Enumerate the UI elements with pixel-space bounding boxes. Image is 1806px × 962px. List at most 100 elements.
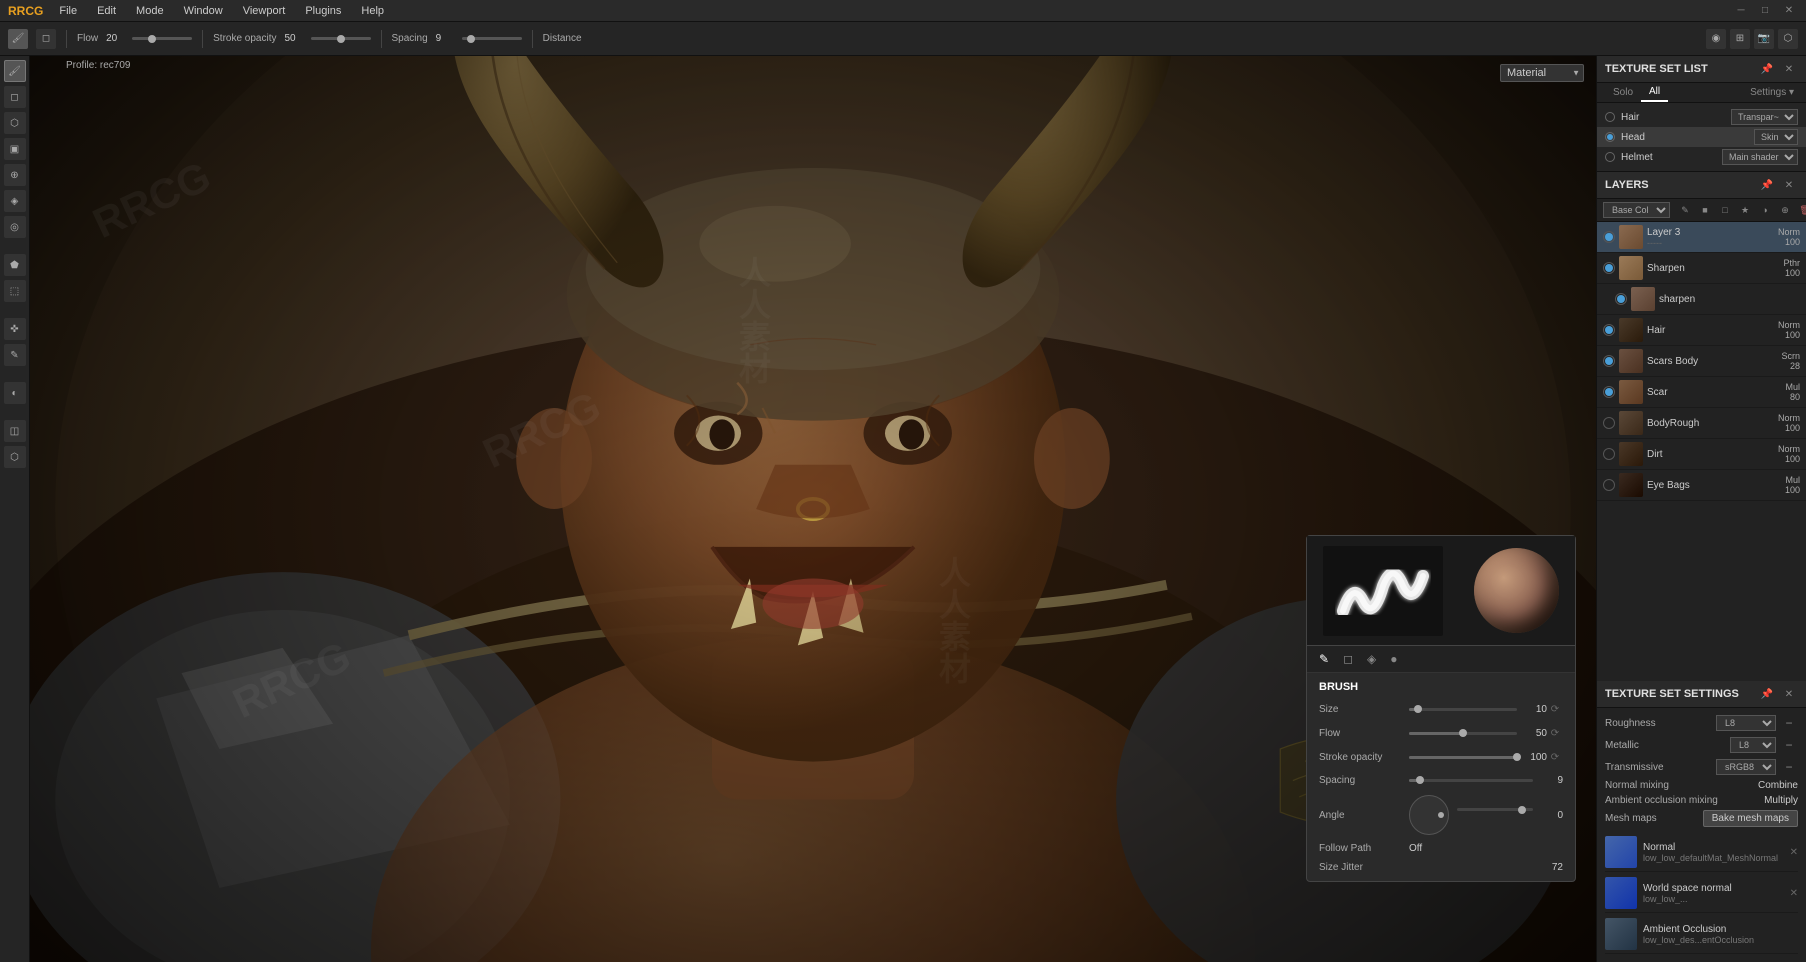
menu-mode[interactable]: Mode <box>132 3 168 19</box>
projection-tool[interactable]: ⬡ <box>4 112 26 134</box>
texture-view-icon[interactable]: ⊞ <box>1730 29 1750 49</box>
texture-set-settings-btn[interactable]: Settings ▾ <box>1746 84 1798 101</box>
brush-stroke-slider[interactable] <box>1409 750 1517 764</box>
brush-tool-icon[interactable]: 🖌 <box>8 29 28 49</box>
layer-opacity-scars-body[interactable]: 28 <box>1776 361 1800 371</box>
mesh-map-ao[interactable]: Ambient Occlusion low_low_des...entOcclu… <box>1605 915 1798 954</box>
spacing-value[interactable]: 9 <box>436 33 454 44</box>
canvas-area[interactable]: RRCG RRCG RRCG 人人素材 人人素材 Profile: rec709… <box>30 56 1596 962</box>
layer-vis-bodyrough[interactable] <box>1603 417 1615 429</box>
tss-roughness-minus[interactable]: − <box>1780 714 1798 732</box>
annotation-tool[interactable]: ✎ <box>4 344 26 366</box>
layer-vis-dirt[interactable] <box>1603 448 1615 460</box>
tab-solo[interactable]: Solo <box>1605 84 1641 101</box>
layer-picker-tool[interactable]: ◫ <box>4 420 26 442</box>
spacing-slider[interactable] <box>462 37 522 40</box>
camera-icon[interactable]: 📷 <box>1754 29 1774 49</box>
paint-brush-tool[interactable]: 🖌 <box>4 60 26 82</box>
layer-mask-btn[interactable]: ◑ <box>1756 201 1774 219</box>
layer-mode-eyebags[interactable]: Mul <box>1785 475 1800 485</box>
layer-vis-sharpen[interactable] <box>1603 262 1615 274</box>
size-jitter-value[interactable]: 72 <box>1552 862 1563 873</box>
clone-tool[interactable]: ⊕ <box>4 164 26 186</box>
brush-flow-value[interactable]: 50 <box>1517 728 1547 739</box>
brush-stroke-value[interactable]: 100 <box>1517 752 1547 763</box>
texture-item-helmet[interactable]: Helmet Main shader <box>1597 147 1806 167</box>
selection-tool[interactable]: ⬚ <box>4 280 26 302</box>
tss-ao-mixing-val[interactable]: Multiply <box>1764 795 1798 806</box>
eraser-tool-icon[interactable]: ◻ <box>36 29 56 49</box>
flow-slider[interactable] <box>132 37 192 40</box>
brush-spacing-slider[interactable] <box>1409 773 1533 787</box>
window-maximize-btn[interactable]: □ <box>1756 2 1774 20</box>
layer-item-bodyrough[interactable]: BodyRough Norm 100 <box>1597 408 1806 439</box>
base-col-select[interactable]: Base Col <box>1603 202 1670 218</box>
layers-close-btn[interactable]: ✕ <box>1780 176 1798 194</box>
texture-item-head[interactable]: Head Skin <box>1597 127 1806 147</box>
tss-transmissive-minus[interactable]: − <box>1780 758 1798 776</box>
color-picker-tool[interactable]: ◐ <box>4 382 26 404</box>
tss-pin-btn[interactable]: 📌 <box>1758 685 1776 703</box>
layer-item-scar[interactable]: Scar Mul 80 <box>1597 377 1806 408</box>
menu-edit[interactable]: Edit <box>93 3 120 19</box>
brush-size-reset[interactable]: ⟳ <box>1547 701 1563 717</box>
mesh-map-worldnormal[interactable]: World space normal low_low_... ✕ <box>1605 874 1798 913</box>
layer-mode-layer3[interactable]: Norm <box>1778 227 1800 237</box>
eraser-tool[interactable]: ◻ <box>4 86 26 108</box>
layer-item-sharpen[interactable]: Sharpen Pthr 100 <box>1597 253 1806 284</box>
viewport-mode-select[interactable]: Material BaseColor Roughness Metallic No… <box>1500 64 1584 82</box>
brush-angle-value[interactable]: 0 <box>1533 810 1563 821</box>
tss-metallic-select[interactable]: L8L16 <box>1730 737 1776 753</box>
layers-pin-btn[interactable]: 📌 <box>1758 176 1776 194</box>
brush-tab-erase[interactable]: ◻ <box>1339 650 1357 668</box>
window-close-btn[interactable]: ✕ <box>1780 2 1798 20</box>
brush-angle-slider[interactable] <box>1457 808 1533 822</box>
menu-window[interactable]: Window <box>180 3 227 19</box>
texture-item-hair[interactable]: Hair Transpar~ <box>1597 107 1806 127</box>
tss-close-btn[interactable]: ✕ <box>1780 685 1798 703</box>
brush-size-value[interactable]: 10 <box>1517 704 1547 715</box>
tss-transmissive-select[interactable]: sRGB8L8 <box>1716 759 1776 775</box>
transform-tool[interactable]: ✜ <box>4 318 26 340</box>
texture-radio-hair[interactable] <box>1605 112 1615 122</box>
texture-set-pin-btn[interactable]: 📌 <box>1758 60 1776 78</box>
viewport-selector[interactable]: Material BaseColor Roughness Metallic No… <box>1500 64 1584 82</box>
layer-delete-btn[interactable]: 🗑 <box>1796 201 1806 219</box>
brush-size-slider[interactable] <box>1409 702 1517 716</box>
layer-opacity-bodyrough[interactable]: 100 <box>1776 423 1800 433</box>
texture-radio-helmet[interactable] <box>1605 152 1615 162</box>
texture-shader-hair[interactable]: Transpar~ <box>1731 109 1798 125</box>
stroke-opacity-value[interactable]: 50 <box>285 33 303 44</box>
screenshot-icon[interactable]: ⬡ <box>1778 29 1798 49</box>
layer-add-fill-btn[interactable]: ■ <box>1696 201 1714 219</box>
tss-normal-mixing-val[interactable]: Combine <box>1758 780 1798 791</box>
layer-mode-scars-body[interactable]: Scrn <box>1781 351 1800 361</box>
layer-mode-dirt[interactable]: Norm <box>1778 444 1800 454</box>
mesh-map-worldnormal-close-btn[interactable]: ✕ <box>1790 888 1798 899</box>
layer-mode-scar[interactable]: Mul <box>1785 382 1800 392</box>
texture-radio-head[interactable] <box>1605 132 1615 142</box>
layer-vis-scars-body[interactable] <box>1603 355 1615 367</box>
layer-item-scars-body[interactable]: Scars Body Scrn 28 <box>1597 346 1806 377</box>
layer-vis-sharpen-sub[interactable] <box>1615 293 1627 305</box>
layer-mode-hair[interactable]: Norm <box>1778 320 1800 330</box>
brush-flow-reset[interactable]: ⟳ <box>1547 725 1563 741</box>
brush-stroke-reset[interactable]: ⟳ <box>1547 749 1563 765</box>
mesh-tool[interactable]: ⬡ <box>4 446 26 468</box>
layer-vis-scar[interactable] <box>1603 386 1615 398</box>
polygon-fill-tool[interactable]: ⬟ <box>4 254 26 276</box>
layer-item-sharpen-sub[interactable]: sharpen <box>1597 284 1806 315</box>
layer-opacity-hair[interactable]: 100 <box>1776 330 1800 340</box>
brush-tab-paint[interactable]: ✎ <box>1315 650 1333 668</box>
menu-plugins[interactable]: Plugins <box>301 3 345 19</box>
flow-value[interactable]: 20 <box>106 33 124 44</box>
mesh-map-normal[interactable]: Normal low_low_defaultMat_MeshNormal ✕ <box>1605 833 1798 872</box>
tss-roughness-select[interactable]: L8L16sRGB8 <box>1716 715 1776 731</box>
window-minimize-btn[interactable]: ─ <box>1732 2 1750 20</box>
menu-viewport[interactable]: Viewport <box>239 3 290 19</box>
blur-tool[interactable]: ◎ <box>4 216 26 238</box>
layer-opacity-sharpen[interactable]: 100 <box>1776 268 1800 278</box>
layer-opacity-eyebags[interactable]: 100 <box>1776 485 1800 495</box>
angle-wheel[interactable] <box>1409 795 1449 835</box>
layer-vis-layer3[interactable] <box>1603 231 1615 243</box>
